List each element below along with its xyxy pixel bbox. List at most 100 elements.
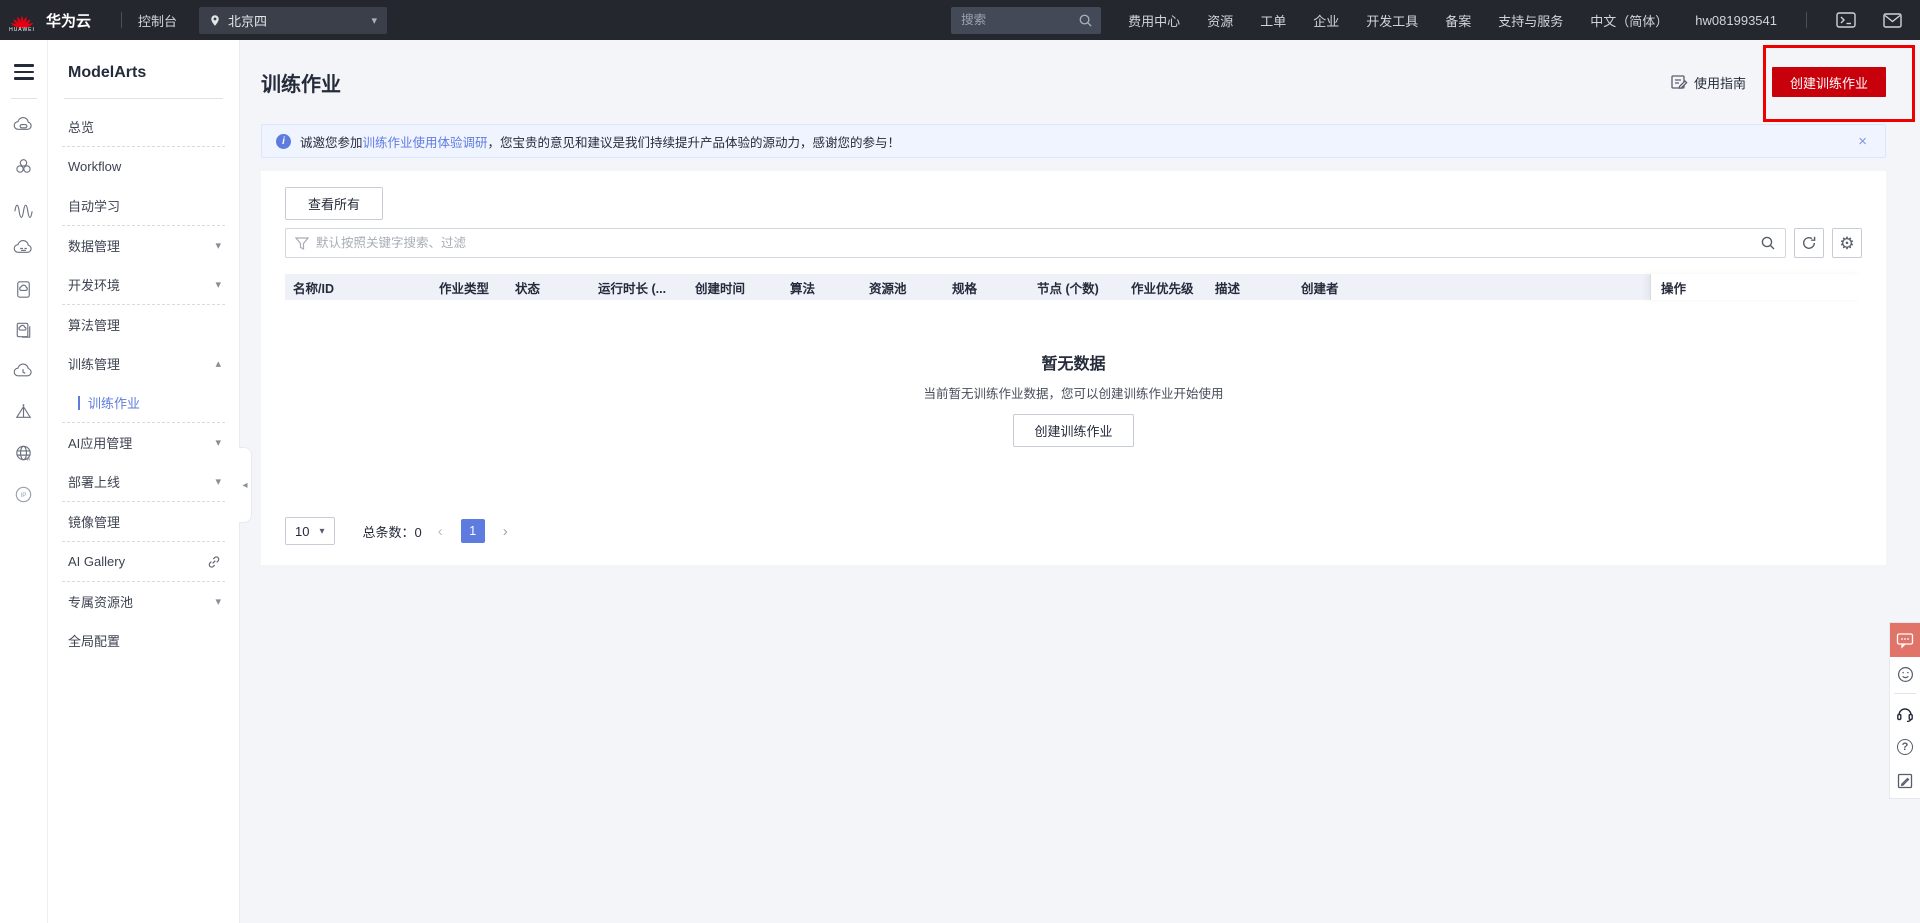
sidebar-item-dev-environment[interactable]: 开发环境 ▾ [48,265,239,304]
create-training-job-button[interactable]: 创建训练作业 [1771,67,1886,97]
service-cloud-clock-icon[interactable] [0,351,48,392]
chat-bubble-icon [1896,632,1914,649]
chevron-up-icon: ▴ [215,358,221,370]
service-globe-icon[interactable]: w [0,433,48,474]
brand-name[interactable]: 华为云 [46,10,91,31]
empty-create-training-job-button[interactable]: 创建训练作业 [1013,414,1134,447]
service-ip-icon[interactable]: IP [0,474,48,515]
service-cloud-dash-icon[interactable] [0,228,48,269]
huawei-logo-word: HUAWEI [9,27,35,33]
column-header-nodes: 节点 (个数) [1037,281,1099,296]
column-header-created-time: 创建时间 [695,281,746,296]
menu-support[interactable]: 支持与服务 [1498,11,1563,30]
sidebar-item-global-config[interactable]: 全局配置 [48,621,239,660]
menu-enterprise[interactable]: 企业 [1313,11,1339,30]
page-title: 训练作业 [261,73,341,96]
sidebar-title: ModelArts [68,64,147,81]
banner-text: 诚邀您参加训练作业使用体验调研，您宝贵的意见和建议是我们持续提升产品体验的源动力… [300,135,901,150]
satisfaction-smiley-button[interactable] [1890,657,1920,691]
menu-tickets[interactable]: 工单 [1260,11,1286,30]
hamburger-menu-icon[interactable] [13,60,34,84]
sidebar-item-autolearning[interactable]: 自动学习 [48,186,239,225]
refresh-button[interactable] [1794,228,1824,258]
prev-page-icon[interactable]: ‹ [432,523,449,540]
cli-terminal-icon[interactable] [1836,12,1856,28]
search-icon[interactable] [1760,235,1776,251]
pagination: 10 ▾ 总条数：0 ‹ 1 › [285,517,1862,545]
view-all-button[interactable]: 查看所有 [285,187,384,220]
filter-search-input[interactable] [285,228,1786,258]
info-icon: i [276,133,291,149]
region-selector[interactable]: 北京四 ▾ [199,6,388,34]
sidebar-item-ai-app-management[interactable]: AI应用管理 ▾ [48,423,239,462]
topbar-divider [121,12,123,28]
messages-mail-icon[interactable] [1883,12,1902,28]
region-label: 北京四 [228,13,268,29]
service-notebook-icon[interactable] [0,269,48,310]
survey-info-banner: i 诚邀您参加训练作业使用体验调研，您宝贵的意见和建议是我们持续提升产品体验的源… [261,124,1886,158]
menu-billing[interactable]: 费用中心 [1128,11,1180,30]
huawei-logo[interactable]: HUAWEI [8,7,36,33]
page-header: 训练作业 使用指南 创建训练作业 [240,40,1920,124]
empty-state-description: 当前暂无训练作业数据，您可以创建训练作业开始使用 [923,387,1224,401]
console-link[interactable]: 控制台 [138,11,177,30]
menu-devtools[interactable]: 开发工具 [1366,11,1418,30]
sidebar-item-algorithm-management[interactable]: 算法管理 [48,305,239,344]
menu-resources[interactable]: 资源 [1207,11,1233,30]
sidebar-item-ai-gallery[interactable]: AI Gallery [48,542,239,581]
service-pyramid-icon[interactable] [0,392,48,433]
gear-icon: ⚙ [1839,233,1855,253]
smiley-icon [1897,666,1913,682]
help-button[interactable]: ? [1890,730,1920,764]
selected-indicator [78,395,80,410]
edit-square-icon [1897,773,1913,789]
search-icon[interactable] [1078,13,1093,28]
column-header-resource-pool: 资源池 [869,281,907,296]
menu-icp[interactable]: 备案 [1445,11,1471,30]
language-switcher[interactable]: 中文（简体） [1590,11,1668,30]
sidebar-item-training-management[interactable]: 训练管理 ▴ [48,344,239,383]
location-pin-icon [211,14,219,26]
sidebar-item-workflow[interactable]: Workflow [48,147,239,186]
page-size-select[interactable]: 10 ▾ [285,517,335,545]
next-page-icon[interactable]: › [497,523,514,540]
survey-link[interactable]: 训练作业使用体验调研 [363,136,488,150]
sidebar: ModelArts 总览 Workflow 自动学习 数据管理 ▾ 开发环境 ▾ 算… [48,40,240,923]
sidebar-item-deployment[interactable]: 部署上线 ▾ [48,462,239,501]
sidebar-item-image-management[interactable]: 镜像管理 [48,502,239,541]
sidebar-item-dedicated-pool[interactable]: 专属资源池 ▾ [48,582,239,621]
service-cluster-icon[interactable] [0,146,48,187]
column-header-flavor: 规格 [952,281,978,296]
service-docs-icon[interactable] [0,310,48,351]
banner-close-icon[interactable]: × [1854,133,1871,150]
column-settings-button[interactable]: ⚙ [1832,228,1862,258]
filter-input-wrap [285,228,1786,258]
service-cloud-server-icon[interactable] [0,105,48,146]
column-header-status: 状态 [515,281,541,296]
sidebar-item-overview[interactable]: 总览 [48,107,239,146]
topbar-divider [1806,12,1807,28]
rail-divider [10,97,37,99]
sidebar-collapse-handle[interactable]: ◂ [239,447,252,523]
chevron-down-icon: ▾ [371,14,378,27]
column-header-algorithm: 算法 [790,281,816,296]
sidebar-item-training-jobs-selected[interactable]: 训练作业 [48,383,239,422]
current-page-button[interactable]: 1 [460,519,485,543]
service-waves-icon[interactable] [0,187,48,228]
account-username[interactable]: hw081993541 [1695,13,1777,28]
huawei-flower-icon [10,15,34,29]
svg-text:w: w [26,456,30,462]
chevron-down-icon: ▾ [215,596,221,608]
feedback-chat-button[interactable] [1890,623,1920,657]
chevron-down-icon: ▾ [319,525,325,537]
usage-guide-link[interactable]: 使用指南 [1671,73,1746,92]
support-headset-button[interactable] [1890,696,1920,730]
survey-edit-button[interactable] [1890,764,1920,798]
question-mark-icon: ? [1897,739,1913,755]
floating-toolbar: ? [1889,622,1920,799]
column-header-name-id: 名称/ID [293,281,334,296]
chevron-down-icon: ▾ [215,240,221,252]
column-header-job-type: 作业类型 [439,281,490,296]
sidebar-item-data-management[interactable]: 数据管理 ▾ [48,226,239,265]
service-icon-rail: w IP [0,40,48,923]
